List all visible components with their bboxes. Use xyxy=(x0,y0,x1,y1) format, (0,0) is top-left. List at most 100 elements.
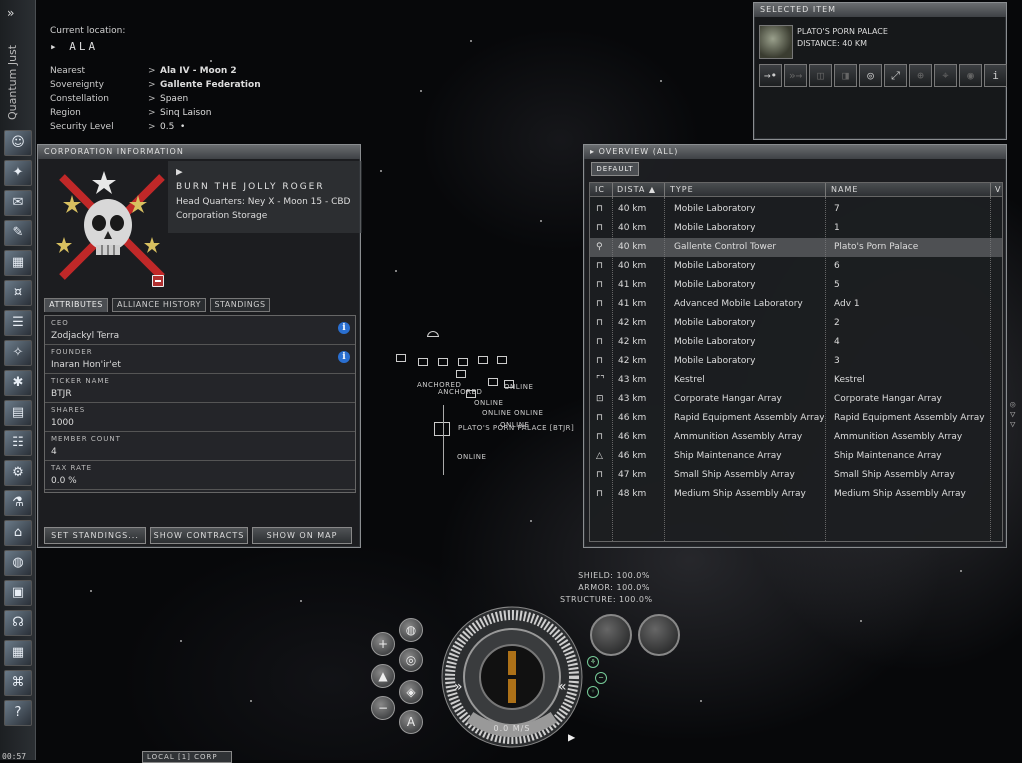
tactical-icon[interactable]: ◈ xyxy=(399,680,423,704)
map-icon[interactable]: ✧ xyxy=(4,340,32,366)
overview-row[interactable]: ⌜⌝ 43 km Kestrel Kestrel xyxy=(590,371,1002,390)
structure-bracket-icon[interactable] xyxy=(497,356,507,364)
orbit-icon[interactable]: ◎ xyxy=(859,64,882,87)
overview-row[interactable]: ⊓ 40 km Mobile Laboratory 1 xyxy=(590,219,1002,238)
overview-row[interactable]: ⊓ 41 km Mobile Laboratory 5 xyxy=(590,276,1002,295)
tower-bracket-icon[interactable] xyxy=(427,331,439,337)
wallet-icon[interactable]: ¤ xyxy=(4,280,32,306)
set-standings-button[interactable]: SET STANDINGS... xyxy=(44,527,146,544)
column-name[interactable]: NAME xyxy=(831,185,858,194)
lock-target-icon[interactable]: ⊕ xyxy=(909,64,932,87)
structure-bracket-icon[interactable] xyxy=(488,378,498,386)
journal-icon[interactable]: ☰ xyxy=(4,310,32,336)
overview-row[interactable]: ⊓ 42 km Mobile Laboratory 3 xyxy=(590,352,1002,371)
control-tower-bracket-icon[interactable] xyxy=(434,422,450,436)
zoom-out-icon[interactable]: − xyxy=(371,696,395,720)
structure-bracket-icon[interactable] xyxy=(418,358,428,366)
structure-bracket-icon[interactable] xyxy=(456,370,466,378)
dock-icon[interactable]: ◨ xyxy=(834,64,857,87)
starmap-icon[interactable]: ✱ xyxy=(4,370,32,396)
structure-bracket-icon[interactable] xyxy=(438,358,448,366)
module-minus-icon[interactable]: − xyxy=(595,672,607,684)
skills-icon[interactable]: ☷ xyxy=(4,430,32,456)
corporation-window-title[interactable]: CORPORATION INFORMATION xyxy=(38,145,360,159)
overview-row[interactable]: ⊓ 41 km Advanced Mobile Laboratory Adv 1 xyxy=(590,295,1002,314)
overview-row[interactable]: ⊓ 42 km Mobile Laboratory 4 xyxy=(590,333,1002,352)
corp-headquarters[interactable]: Head Quarters: Ney X - Moon 15 - CBD xyxy=(176,197,362,207)
module-group-icon[interactable]: ⚘ xyxy=(587,656,599,668)
approach-icon[interactable]: →• xyxy=(759,64,782,87)
overview-row[interactable]: ⊡ 43 km Corporate Hangar Array Corporate Ha… xyxy=(590,390,1002,409)
show-on-map-button[interactable]: SHOW ON MAP xyxy=(252,527,352,544)
info-icon[interactable]: i xyxy=(338,351,350,363)
overview-row[interactable]: ⊓ 46 km Rapid Equipment Assembly Array Rapi… xyxy=(590,409,1002,428)
warp-to-icon[interactable]: »→ xyxy=(784,64,807,87)
overview-row[interactable]: ⊓ 46 km Ammunition Assembly Array Ammunitio… xyxy=(590,428,1002,447)
info-icon[interactable]: i xyxy=(338,322,350,334)
maintenance-icon: △ xyxy=(596,451,603,461)
tab-default[interactable]: DEFAULT xyxy=(591,162,639,176)
market-icon[interactable]: ▤ xyxy=(4,400,32,426)
overview-row[interactable]: ⊓ 40 km Mobile Laboratory 7 xyxy=(590,200,1002,219)
structure-bracket-icon[interactable] xyxy=(458,358,468,366)
column-type[interactable]: TYPE xyxy=(670,185,694,194)
attribute-value[interactable]: Zodjackyl Terra xyxy=(51,331,119,341)
structure-bracket-icon[interactable] xyxy=(478,356,488,364)
autopilot-icon[interactable]: A xyxy=(399,710,423,734)
overview-row[interactable]: △ 46 km Ship Maintenance Array Ship Mainten… xyxy=(590,447,1002,466)
headset-icon[interactable]: ☊ xyxy=(4,610,32,636)
overview-row[interactable]: ⊓ 48 km Medium Ship Assembly Array Medium S… xyxy=(590,485,1002,504)
speed-readout[interactable]: 0.0 M/S xyxy=(464,724,560,733)
keep-at-range-icon[interactable]: ⤢ xyxy=(884,64,907,87)
row-type: Rapid Equipment Assembly Array xyxy=(674,413,824,423)
ship-hangar-icon[interactable]: ⌘ xyxy=(4,670,32,696)
factory-icon[interactable]: ⌂ xyxy=(4,520,32,546)
look-at-icon[interactable]: ◉ xyxy=(959,64,982,87)
neocom-sidebar: » Quantum Just ☺ ✦ ✉ ✎ ▦ ¤ ☰ ✧ ✱ ▤ ☷ ⚙ ⚗ ⌂ ◍ ▣ ☊ ▦ ⌘? 00:5… xyxy=(0,0,36,761)
people-places-icon[interactable]: ✦ xyxy=(4,160,32,186)
module-info-icon[interactable]: ◦ xyxy=(587,686,599,698)
expand-arrow-icon[interactable]: ▶ xyxy=(176,165,183,178)
notepad-icon[interactable]: ✎ xyxy=(4,220,32,246)
row-type: Mobile Laboratory xyxy=(674,223,756,233)
overview-row[interactable]: ⊓ 42 km Mobile Laboratory 2 xyxy=(590,314,1002,333)
tab-standings[interactable]: STANDINGS xyxy=(210,298,270,312)
column-icon[interactable]: IC xyxy=(595,185,605,194)
help-icon[interactable]: ? xyxy=(4,700,32,726)
mail-icon[interactable]: ✉ xyxy=(4,190,32,216)
tab-alliance-history[interactable]: ALLIANCE HISTORY xyxy=(112,298,206,312)
browser-icon[interactable]: ◍ xyxy=(4,550,32,576)
ship-icon[interactable]: ▲ xyxy=(371,664,395,688)
selected-item-title[interactable]: SELECTED ITEM xyxy=(754,3,1006,17)
scanner-icon[interactable]: ◎ xyxy=(399,648,423,672)
overview-row[interactable]: ⊓ 40 km Mobile Laboratory 6 xyxy=(590,257,1002,276)
calculator-icon[interactable]: ▦ xyxy=(4,640,32,666)
info-icon[interactable]: i xyxy=(984,64,1007,87)
row-name: Ammunition Assembly Array xyxy=(834,432,963,442)
camera-icon[interactable]: ◍ xyxy=(399,618,423,642)
ship-icon: ⌜⌝ xyxy=(596,375,605,385)
column-distance[interactable]: DISTA ▲ xyxy=(617,185,656,194)
jump-icon[interactable]: ◫ xyxy=(809,64,832,87)
module-slot-1-icon[interactable] xyxy=(590,614,632,656)
show-contracts-button[interactable]: SHOW CONTRACTS xyxy=(150,527,248,544)
assets-icon[interactable]: ▦ xyxy=(4,250,32,276)
speed-increase-arrow-icon[interactable]: ▶ xyxy=(568,730,575,744)
science-icon[interactable]: ⚗ xyxy=(4,490,32,516)
module-slot-2-icon[interactable] xyxy=(638,614,680,656)
overview-row[interactable]: ⚲ 40 km Gallente Control Tower Plato's Porn… xyxy=(590,238,1002,257)
structure-bracket-icon[interactable] xyxy=(396,354,406,362)
attribute-value[interactable]: Inaran Hon'ir'et xyxy=(51,360,121,370)
column-velocity[interactable]: V xyxy=(995,185,1001,194)
corporation-icon[interactable]: ▣ xyxy=(4,580,32,606)
target-icon[interactable]: ⌖ xyxy=(934,64,957,87)
character-sheet-icon[interactable]: ☺ xyxy=(4,130,32,156)
overview-row[interactable]: ⊓ 47 km Small Ship Assembly Array Small Shi… xyxy=(590,466,1002,485)
system-name[interactable]: ▸ ALA xyxy=(50,40,98,53)
fitting-icon[interactable]: ⚙ xyxy=(4,460,32,486)
local-chat-tab[interactable]: LOCAL [1] CORP xyxy=(142,751,232,763)
overview-title[interactable]: ▸ OVERVIEW (ALL) xyxy=(584,145,1006,159)
space-label-selected[interactable]: PLATO'S PORN PALACE [BTJR] xyxy=(458,424,574,432)
zoom-in-icon[interactable]: + xyxy=(371,632,395,656)
tab-attributes[interactable]: ATTRIBUTES xyxy=(44,298,108,312)
